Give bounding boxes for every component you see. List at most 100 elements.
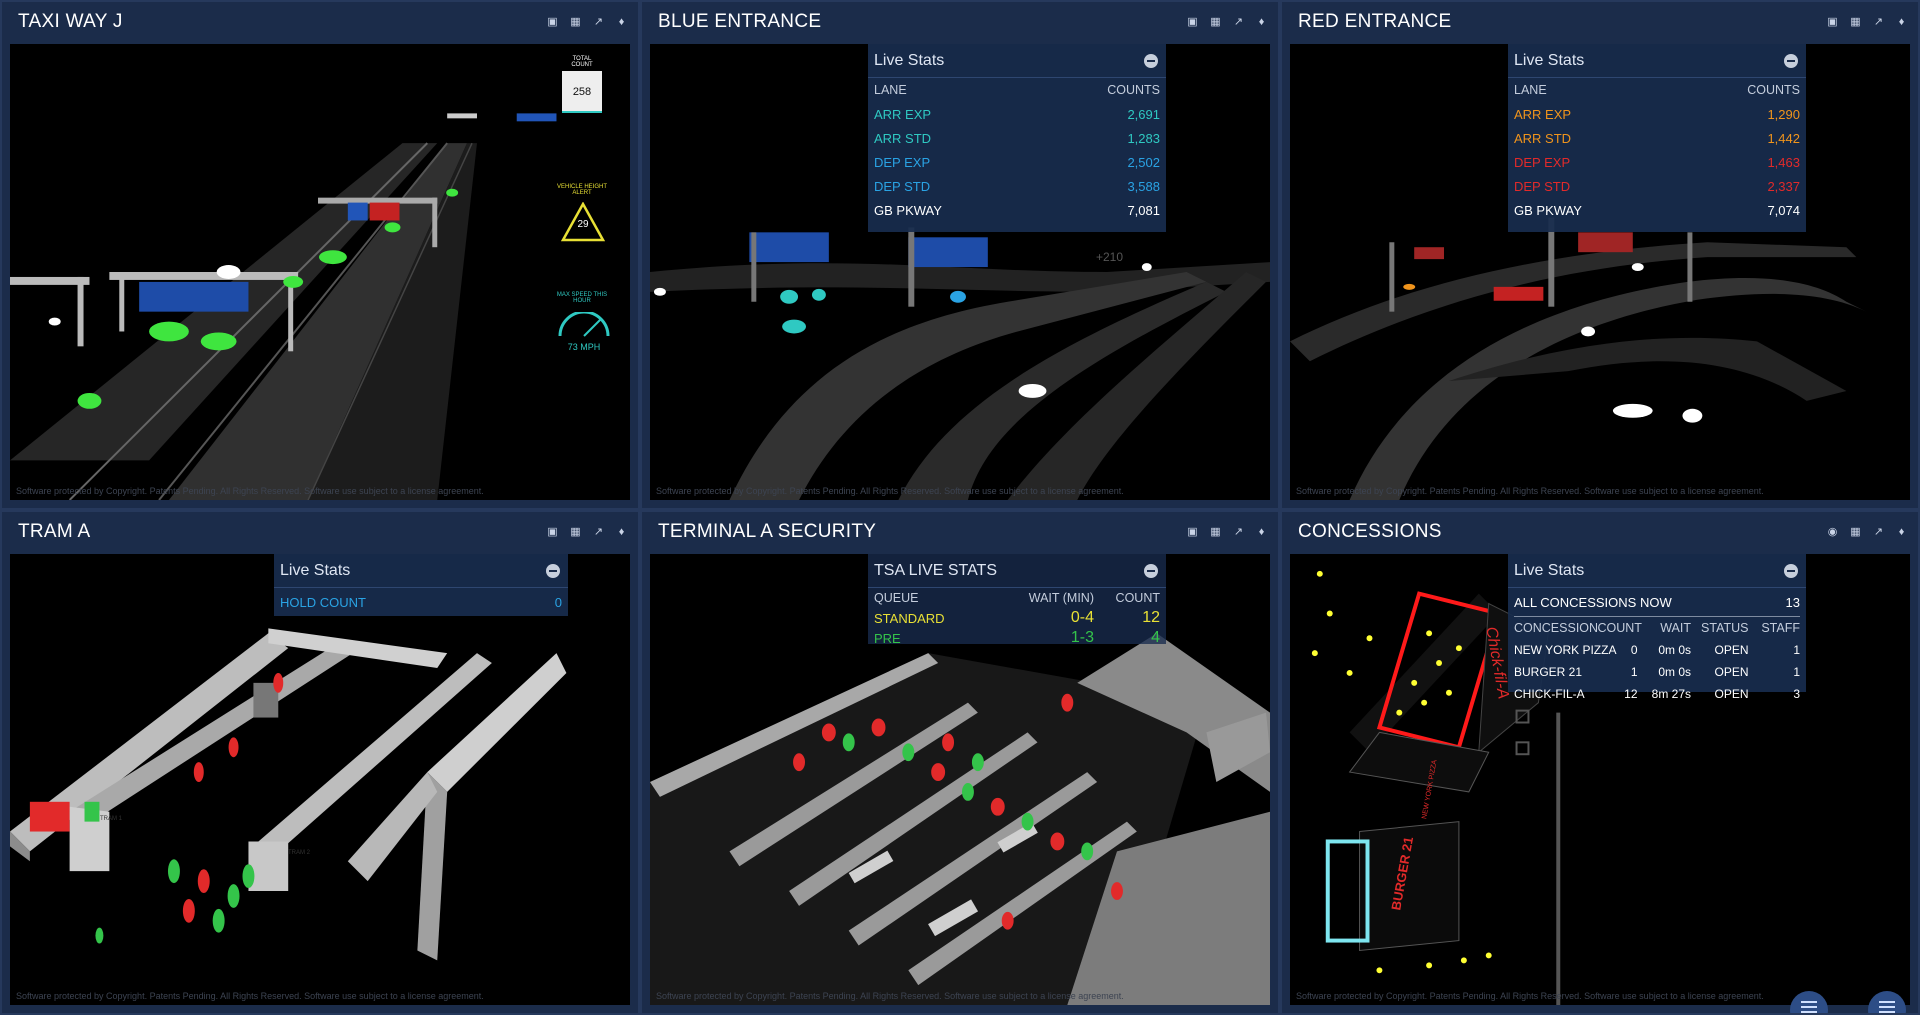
- expand-icon[interactable]: ↗: [1232, 526, 1245, 539]
- camera-icon[interactable]: ▣: [1186, 526, 1199, 539]
- lane-row: ARR STD 1,442: [1508, 126, 1806, 150]
- flame-icon[interactable]: ♦: [615, 16, 628, 29]
- grid-icon[interactable]: ▦: [1209, 16, 1222, 29]
- camera-icon[interactable]: ▣: [546, 526, 559, 539]
- divider: [1514, 616, 1800, 617]
- lane-count: 2,691: [1127, 106, 1160, 122]
- concession-name: BURGER 21: [1514, 665, 1583, 679]
- total-count-widget: TOTAL COUNT 258: [562, 56, 602, 113]
- camera-icon[interactable]: ▣: [546, 16, 559, 29]
- copyright-notice: Software protected by Copyright. Patents…: [656, 486, 1124, 496]
- lane-count: 1,442: [1767, 130, 1800, 146]
- concession-status: OPEN: [1714, 687, 1749, 701]
- flame-icon[interactable]: ♦: [1895, 16, 1908, 29]
- flame-icon[interactable]: ♦: [615, 526, 628, 539]
- panel-taxi-way-j: TAXI WAY J ▣ ▦ ↗ ♦ TOTAL COUNT 258 VEHIC…: [0, 0, 640, 510]
- tsa-row: PRE 1-3 4: [868, 628, 1166, 648]
- grid-icon[interactable]: ▦: [1849, 526, 1862, 539]
- concession-column-headers: CONCESSION COUNT WAIT STATUS STAFF: [1508, 617, 1806, 639]
- lidar-view[interactable]: Chick-fil-A BURGER 21 NEW YORK PIZZA Liv…: [1290, 554, 1910, 1005]
- grid-icon[interactable]: ▦: [569, 526, 582, 539]
- concession-wait: 8m 27s: [1651, 687, 1691, 701]
- lidar-view[interactable]: Live Stats LANE COUNTS ARR EXP 1,290 ARR S…: [1290, 44, 1910, 500]
- camera-icon[interactable]: ▣: [1826, 16, 1839, 29]
- expand-icon[interactable]: ↗: [1872, 16, 1885, 29]
- panel-tools: ▣ ▦ ↗ ♦: [1186, 526, 1268, 539]
- tsa-rows: STANDARD 0-4 12 PRE 1-3 4: [868, 608, 1166, 648]
- lidar-view[interactable]: +210 Live Stats LANE COUNTS ARR EXP 2,691…: [650, 44, 1270, 500]
- lane-row: DEP STD 2,337: [1508, 174, 1806, 198]
- concession-count: 0: [1630, 643, 1638, 657]
- tram-2-label: TRAM 2: [288, 850, 311, 856]
- tram-scene: [10, 628, 567, 961]
- lane-row: DEP EXP 1,463: [1508, 150, 1806, 174]
- concession-row: BURGER 21 1 0m 0s OPEN 1: [1508, 661, 1806, 683]
- collapse-button[interactable]: [1784, 563, 1798, 578]
- collapse-button[interactable]: [1144, 563, 1158, 578]
- copyright-notice: Software protected by Copyright. Patents…: [16, 991, 484, 1001]
- tsa-row: STANDARD 0-4 12: [868, 608, 1166, 628]
- taxi-scene: [10, 113, 557, 500]
- expand-icon[interactable]: ↗: [1872, 526, 1885, 539]
- panel-header: TAXI WAY J ▣ ▦ ↗ ♦: [2, 2, 638, 42]
- warning-icon: 29: [561, 202, 605, 242]
- collapse-button[interactable]: [1144, 53, 1158, 68]
- lane-name: GB PKWAY: [874, 202, 942, 218]
- eye-icon[interactable]: ◉: [1826, 526, 1839, 539]
- all-concessions-row: ALL CONCESSIONS NOW 13: [1508, 588, 1806, 616]
- flame-icon[interactable]: ♦: [1255, 16, 1268, 29]
- tram-1-label: TRAM 1: [100, 816, 123, 822]
- flame-icon[interactable]: ♦: [1255, 526, 1268, 539]
- flame-icon[interactable]: ♦: [1895, 526, 1908, 539]
- grid-icon[interactable]: ▦: [569, 16, 582, 29]
- concession-name: NEW YORK PIZZA: [1514, 643, 1617, 657]
- concession-status: OPEN: [1714, 643, 1749, 657]
- lidar-view[interactable]: TOTAL COUNT 258 VEHICLE HEIGHT ALERT 29 …: [10, 44, 630, 500]
- expand-icon[interactable]: ↗: [592, 16, 605, 29]
- copyright-notice: Software protected by Copyright. Patents…: [16, 486, 484, 496]
- lidar-view[interactable]: TSA LIVE STATS QUEUE WAIT (MIN) COUNT ST…: [650, 554, 1270, 1005]
- copyright-notice: Software protected by Copyright. Patents…: [1296, 486, 1764, 496]
- live-stats-header: Live Stats: [1508, 44, 1806, 78]
- live-stats-title: Live Stats: [1514, 561, 1585, 579]
- lidar-view[interactable]: TRAM 1 TRAM 2 Live Stats HOLD COUNT 0 So…: [10, 554, 630, 1005]
- concession-staff: 3: [1793, 687, 1800, 701]
- panel-title: TRAM A: [18, 521, 91, 542]
- all-concessions-label: ALL CONCESSIONS NOW: [1514, 594, 1672, 610]
- panel-blue-entrance: BLUE ENTRANCE ▣ ▦ ↗ ♦ +210 Live Stats LA…: [640, 0, 1280, 510]
- grid-icon[interactable]: ▦: [1209, 526, 1222, 539]
- panel-tools: ▣ ▦ ↗ ♦: [546, 16, 628, 29]
- concession-count: 1: [1630, 665, 1638, 679]
- panel-header: CONCESSIONS ◉ ▦ ↗ ♦: [1282, 512, 1918, 552]
- col-queue: QUEUE: [874, 591, 919, 605]
- col-count: COUNT: [1115, 591, 1160, 605]
- expand-icon[interactable]: ↗: [592, 526, 605, 539]
- expand-icon[interactable]: ↗: [1232, 16, 1245, 29]
- panel-tools: ▣ ▦ ↗ ♦: [1826, 16, 1908, 29]
- collapse-button[interactable]: [1784, 53, 1798, 68]
- grid-icon[interactable]: ▦: [1849, 16, 1862, 29]
- live-stats-panel: Live Stats HOLD COUNT 0: [274, 554, 568, 616]
- queue-count: 12: [1142, 609, 1160, 626]
- live-stats-header: Live Stats: [868, 44, 1166, 78]
- all-concessions-value: 13: [1785, 594, 1800, 610]
- camera-icon[interactable]: ▣: [1186, 16, 1199, 29]
- col-staff: STAFF: [1761, 621, 1800, 635]
- live-stats-title: Live Stats: [874, 51, 945, 69]
- stats-rows: ARR EXP 1,290 ARR STD 1,442 DEP EXP 1,463 DEP …: [1508, 102, 1806, 222]
- col-count: COUNT: [1597, 621, 1642, 635]
- panel-header: RED ENTRANCE ▣ ▦ ↗ ♦: [1282, 2, 1918, 42]
- live-stats-title: Live Stats: [1514, 51, 1585, 69]
- concession-wait: 0m 0s: [1658, 665, 1691, 679]
- collapse-button[interactable]: [546, 563, 560, 578]
- panel-title: TERMINAL A SECURITY: [658, 521, 877, 542]
- queue-wait: 1-3: [1070, 629, 1094, 646]
- col-lane: LANE: [874, 83, 907, 97]
- copyright-notice: Software protected by Copyright. Patents…: [656, 991, 1124, 1001]
- panel-title: CONCESSIONS: [1298, 521, 1442, 542]
- lane-name: DEP EXP: [874, 154, 931, 170]
- panel-title: TAXI WAY J: [18, 11, 123, 32]
- panel-title: RED ENTRANCE: [1298, 11, 1452, 32]
- live-stats-title: Live Stats: [280, 561, 351, 579]
- live-stats-panel: Live Stats LANE COUNTS ARR EXP 2,691 ARR S…: [868, 44, 1166, 232]
